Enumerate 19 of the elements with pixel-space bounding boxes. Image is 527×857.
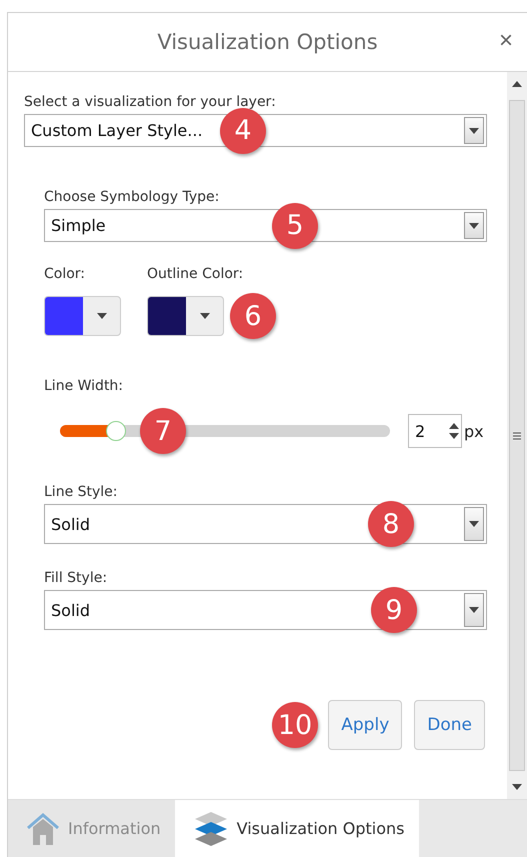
field-label: Choose Symbology Type: <box>44 189 220 205</box>
field-label: Color: <box>44 266 86 282</box>
apply-button[interactable]: Apply <box>328 700 402 750</box>
callout-number: 10 <box>272 702 318 748</box>
callout-number: 4 <box>220 108 266 154</box>
done-button[interactable]: Done <box>414 700 485 750</box>
callout-number: 7 <box>140 408 186 454</box>
close-button[interactable]: × <box>496 27 515 55</box>
callout-number: 6 <box>230 293 276 339</box>
number-field[interactable]: 2 <box>408 414 462 448</box>
field-label: Line Style: <box>44 484 119 500</box>
tab[interactable]: Visualization Options <box>174 800 419 857</box>
field-label: Line Width: <box>44 378 124 394</box>
callout-number: 5 <box>272 202 318 248</box>
unit-label: px <box>464 422 484 440</box>
field-label: Select a visualization for your layer: <box>24 94 277 110</box>
window-title: Visualization Options <box>157 30 378 54</box>
field-label: Fill Style: <box>44 570 108 586</box>
field-label: Outline Color: <box>147 266 244 282</box>
